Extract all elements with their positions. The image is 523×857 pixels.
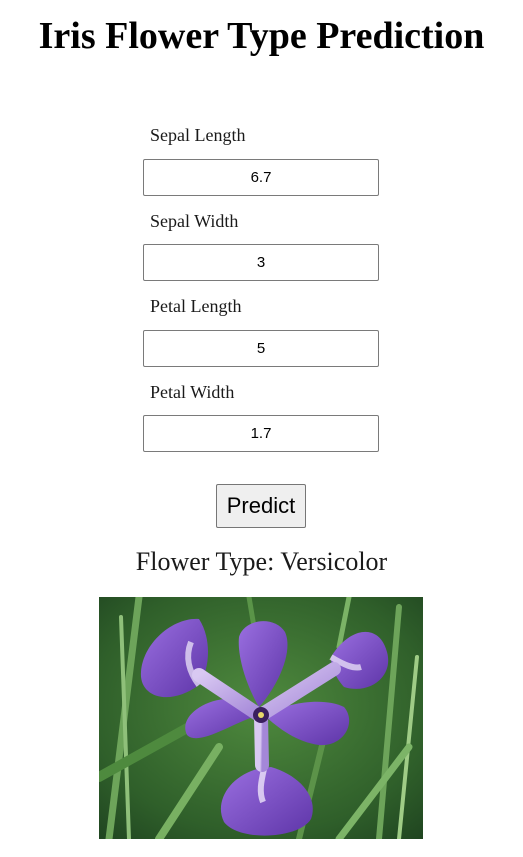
prediction-result: Flower Type: Versicolor bbox=[135, 547, 388, 576]
petal-width-input[interactable] bbox=[143, 415, 379, 452]
sepal-length-input[interactable] bbox=[143, 159, 379, 196]
page-title: Iris Flower Type Prediction bbox=[38, 15, 485, 57]
predict-button[interactable]: Predict bbox=[216, 484, 306, 528]
petal-width-label: Petal Width bbox=[150, 382, 235, 402]
sepal-width-input[interactable] bbox=[143, 244, 379, 281]
petal-length-input[interactable] bbox=[143, 330, 379, 367]
iris-flower-image bbox=[99, 597, 423, 839]
sepal-length-label: Sepal Length bbox=[150, 125, 246, 145]
sepal-width-label: Sepal Width bbox=[150, 211, 239, 231]
petal-length-label: Petal Length bbox=[150, 296, 242, 316]
